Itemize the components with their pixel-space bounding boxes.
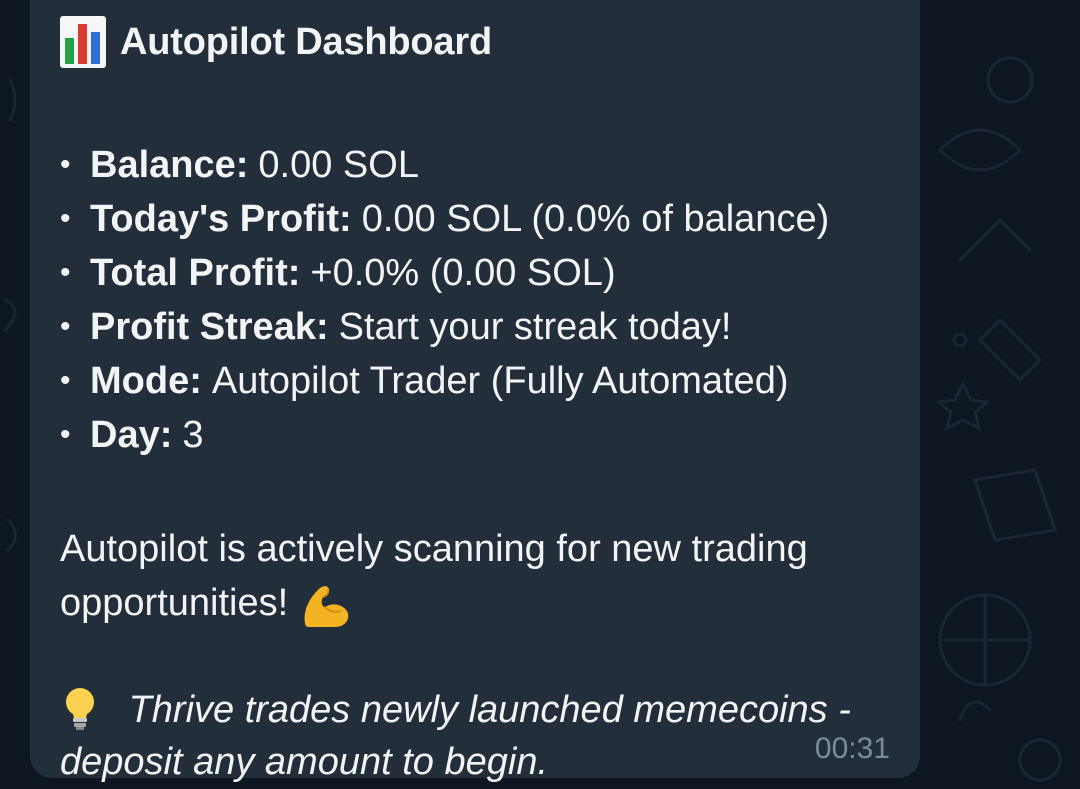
hint-line: deposit any amount to begin. (60, 741, 549, 783)
status-line: Autopilot is actively scanning for new t… (60, 528, 808, 570)
stat-value: 0.00 SOL (258, 144, 419, 186)
hint-line-with-emoji: Thrive trades newly launched memecoins - (60, 684, 860, 736)
status-line: opportunities! (60, 582, 289, 624)
bullet: • (60, 364, 71, 397)
stat-label: Mode: (90, 360, 202, 402)
bullet: • (60, 148, 71, 181)
stat-day: • Day: 3 (60, 408, 890, 462)
stat-label: Total Profit: (90, 252, 301, 294)
bullet: • (60, 202, 71, 235)
light-bulb-icon (66, 687, 94, 730)
message-timestamp: 00:31 (814, 732, 890, 765)
message-bubble: Autopilot Dashboard • Balance: 0.00 SOL … (30, 0, 920, 783)
bar-chart-icon (60, 16, 106, 68)
stat-mode: • Mode: Autopilot Trader (Fully Automate… (60, 354, 890, 408)
stat-value: +0.0% (0.00 SOL) (310, 252, 616, 294)
stats-list: • Balance: 0.00 SOL • Today's Profit: 0.… (60, 138, 890, 462)
stat-label: Balance: (90, 144, 249, 186)
hint-text: Thrive trades newly launched memecoins -… (60, 684, 860, 788)
stat-profit-streak: • Profit Streak: Start your streak today… (60, 300, 890, 354)
stat-balance: • Balance: 0.00 SOL (60, 138, 890, 192)
flexed-biceps-icon (304, 586, 348, 627)
bullet: • (60, 418, 71, 451)
stat-value: 3 (182, 414, 204, 456)
bullet: • (60, 310, 71, 343)
stat-total-profit: • Total Profit: +0.0% (0.00 SOL) (60, 246, 890, 300)
stat-value: Start your streak today! (338, 306, 732, 348)
stat-label: Day: (90, 414, 173, 456)
stat-label: Today's Profit: (90, 198, 352, 240)
stat-value: Autopilot Trader (Fully Automated) (211, 360, 789, 402)
status-text: Autopilot is actively scanning for new t… (60, 522, 890, 630)
message-title: Autopilot Dashboard (120, 20, 492, 63)
hint-line: Thrive trades newly launched memecoins - (128, 689, 851, 731)
bullet: • (60, 256, 71, 289)
status-line-with-emoji: opportunities! (60, 576, 890, 630)
stat-value: 0.00 SOL (0.0% of balance) (361, 198, 830, 240)
message-title-row: Autopilot Dashboard (60, 14, 890, 70)
stat-label: Profit Streak: (90, 306, 329, 348)
stat-todays-profit: • Today's Profit: 0.00 SOL (0.0% of bala… (60, 192, 890, 246)
